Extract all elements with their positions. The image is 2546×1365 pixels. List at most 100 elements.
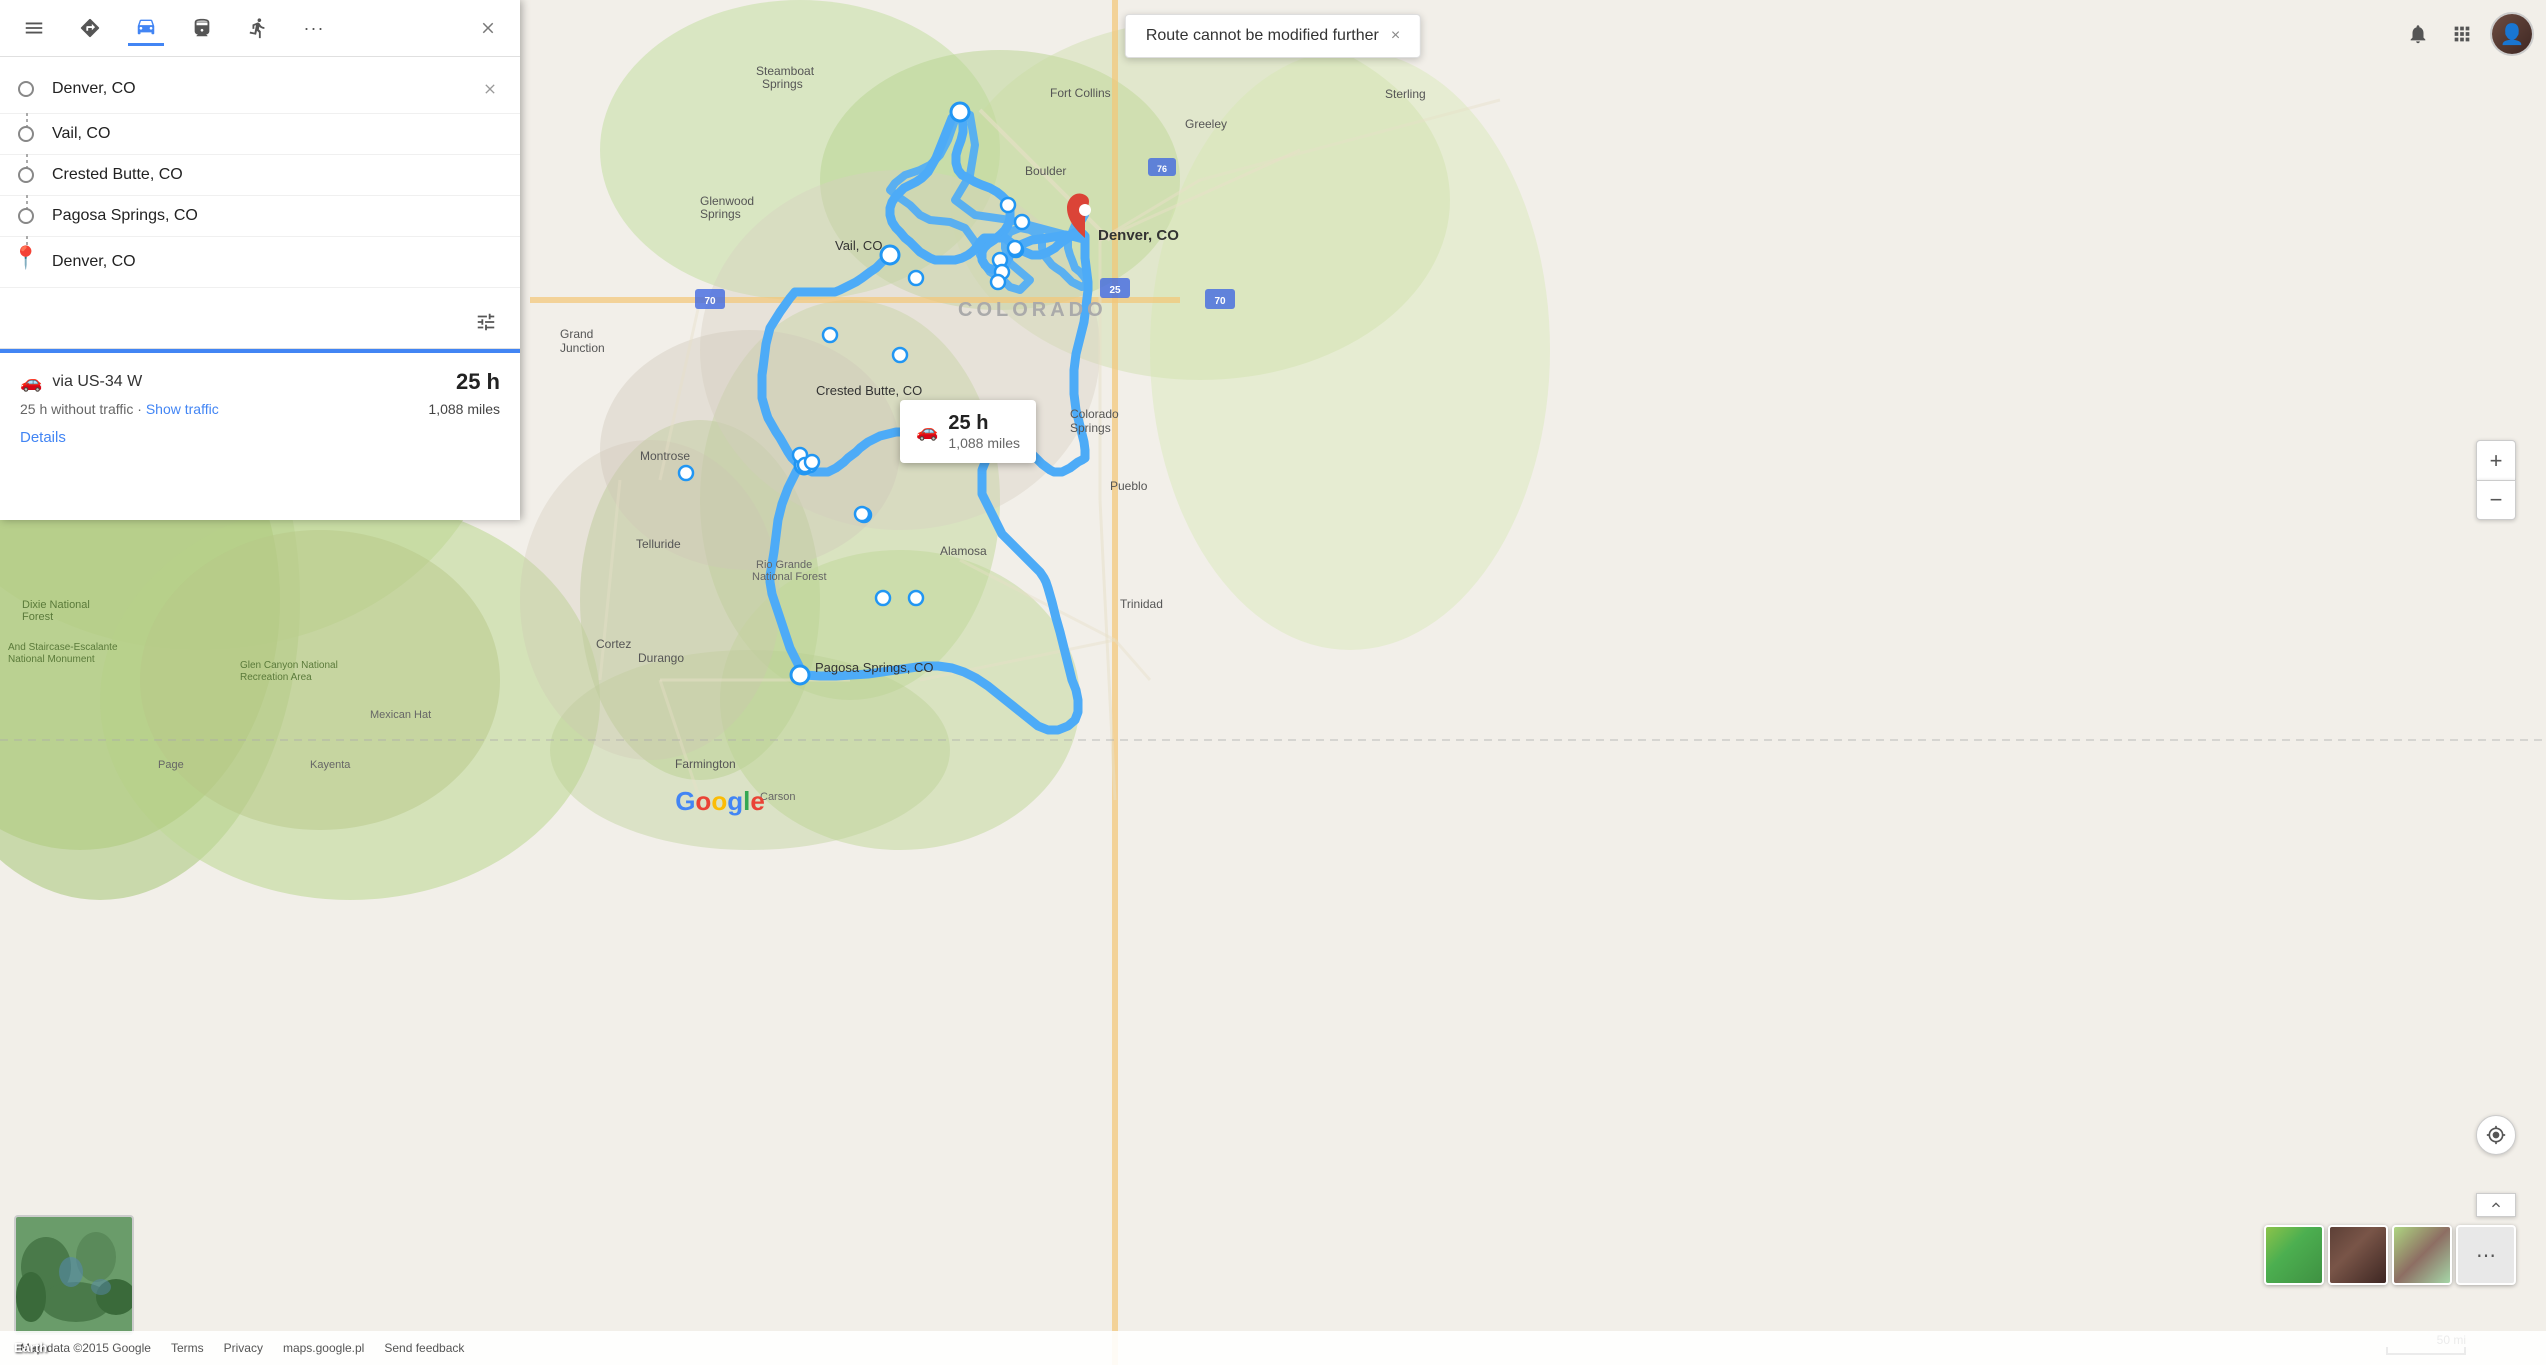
waypoint-circle-2	[18, 126, 34, 142]
my-location-button[interactable]	[2476, 1115, 2516, 1155]
waypoint-clear-button-1[interactable]	[476, 75, 504, 103]
waypoint-input-5[interactable]	[52, 253, 504, 271]
waypoint-input-1[interactable]	[52, 80, 460, 98]
route-via-label: via US-34 W	[52, 373, 142, 391]
maps-url-link[interactable]: maps.google.pl	[283, 1341, 364, 1355]
waypoint-row-3	[0, 155, 520, 196]
route-popup: 🚗 25 h 1,088 miles	[900, 400, 1036, 463]
route-via: 🚗 via US-34 W	[20, 372, 142, 393]
without-traffic-text: 25 h without traffic	[20, 401, 133, 417]
svg-text:Denver, CO: Denver, CO	[1098, 227, 1179, 244]
transit-mode-button[interactable]	[184, 10, 220, 46]
directions-icon[interactable]	[72, 10, 108, 46]
car-mode-button[interactable]	[128, 10, 164, 46]
show-traffic-link[interactable]: Show traffic	[146, 401, 219, 417]
send-feedback-link[interactable]: Send feedback	[384, 1341, 464, 1355]
svg-text:Sterling: Sterling	[1385, 87, 1426, 101]
waypoint-dest-icon-5: 📍	[16, 247, 36, 277]
svg-text:Dixie National: Dixie National	[22, 599, 90, 611]
svg-text:Crested Butte, CO: Crested Butte, CO	[816, 383, 922, 398]
zoom-in-button[interactable]: +	[2476, 440, 2516, 480]
svg-text:Vail, CO: Vail, CO	[835, 238, 882, 253]
details-link[interactable]: Details	[20, 429, 500, 446]
svg-text:Durango: Durango	[638, 651, 684, 665]
popup-car-icon: 🚗	[916, 421, 938, 442]
svg-text:Forest: Forest	[22, 611, 53, 623]
waypoint-icon-2	[16, 124, 36, 144]
waypoint-input-3[interactable]	[52, 166, 504, 184]
svg-text:Alamosa: Alamosa	[940, 544, 987, 558]
walk-mode-button[interactable]	[240, 10, 276, 46]
waypoint-input-2[interactable]	[52, 125, 504, 143]
notifications-button[interactable]	[2400, 16, 2436, 52]
svg-text:National Forest: National Forest	[752, 571, 827, 583]
notification-banner: Route cannot be modified further ×	[1125, 14, 1421, 58]
svg-text:Greeley: Greeley	[1185, 117, 1227, 131]
route-options-button[interactable]	[468, 304, 504, 340]
terrain-layer-button[interactable]	[2392, 1225, 2452, 1285]
route-info-panel: 🚗 via US-34 W 25 h 25 h without traffic …	[0, 353, 520, 462]
waypoints-list: 📍	[0, 57, 520, 296]
svg-text:Carson: Carson	[760, 791, 795, 803]
menu-button[interactable]	[16, 10, 52, 46]
svg-text:Steamboat: Steamboat	[756, 64, 815, 78]
svg-text:Junction: Junction	[560, 341, 605, 355]
svg-text:Glenwood: Glenwood	[700, 194, 754, 208]
svg-text:Recreation Area: Recreation Area	[240, 672, 312, 683]
svg-text:Boulder: Boulder	[1025, 164, 1066, 178]
close-sidebar-button[interactable]	[472, 12, 504, 44]
svg-text:Pagosa Springs, CO: Pagosa Springs, CO	[815, 660, 934, 675]
svg-text:Rio Grande: Rio Grande	[756, 559, 812, 571]
svg-text:Grand: Grand	[560, 327, 593, 341]
waypoint-icon-1	[16, 79, 36, 99]
svg-text:Trinidad: Trinidad	[1120, 597, 1163, 611]
svg-text:National Monument: National Monument	[8, 654, 95, 665]
waypoint-icon-4	[16, 206, 36, 226]
svg-text:25: 25	[1109, 285, 1121, 296]
zoom-out-button[interactable]: −	[2476, 480, 2516, 520]
waypoint-input-4[interactable]	[52, 207, 504, 225]
waypoint-row-4	[0, 196, 520, 237]
waypoint-row-2	[0, 114, 520, 155]
avatar-image: 👤	[2492, 14, 2532, 54]
earth-label: Earth	[14, 1340, 47, 1355]
svg-text:Springs: Springs	[700, 207, 741, 221]
bottom-bar: Map data ©2015 Google Terms Privacy maps…	[0, 1331, 2546, 1365]
svg-text:COLORADO: COLORADO	[958, 299, 1107, 321]
svg-text:Google: Google	[675, 786, 765, 816]
privacy-link[interactable]: Privacy	[224, 1341, 263, 1355]
layer-controls: ⋯	[2264, 1225, 2516, 1285]
svg-text:Page: Page	[158, 759, 184, 771]
route-car-icon: 🚗	[20, 372, 42, 393]
zoom-controls: + −	[2476, 440, 2516, 520]
default-layer-button[interactable]	[2264, 1225, 2324, 1285]
svg-text:And Staircase-Escalante: And Staircase-Escalante	[8, 642, 118, 653]
destination-pin-icon: 📍	[12, 247, 39, 269]
svg-text:Fort Collins: Fort Collins	[1050, 86, 1111, 100]
expand-layers-button[interactable]	[2476, 1193, 2516, 1217]
satellite-layer-button[interactable]	[2328, 1225, 2388, 1285]
more-options-button[interactable]: ···	[296, 10, 332, 46]
banner-text: Route cannot be modified further	[1146, 27, 1379, 45]
popup-time: 25 h	[948, 412, 1020, 435]
waypoint-icon-3	[16, 165, 36, 185]
banner-close-button[interactable]: ×	[1391, 27, 1400, 45]
user-avatar[interactable]: 👤	[2490, 12, 2534, 56]
svg-text:76: 76	[1157, 164, 1167, 174]
svg-text:70: 70	[1214, 296, 1226, 307]
earth-thumbnail[interactable]	[14, 1215, 134, 1335]
svg-text:Pueblo: Pueblo	[1110, 479, 1148, 493]
route-main-line: 🚗 via US-34 W 25 h	[20, 369, 500, 395]
transport-mode-bar: ···	[0, 0, 520, 57]
popup-distance: 1,088 miles	[948, 435, 1020, 451]
svg-text:Glen Canyon National: Glen Canyon National	[240, 660, 338, 671]
apps-button[interactable]	[2444, 16, 2480, 52]
more-layer-button[interactable]: ⋯	[2456, 1225, 2516, 1285]
svg-text:Mexican Hat: Mexican Hat	[370, 709, 431, 721]
waypoint-circle-1	[18, 81, 34, 97]
route-options-bar	[0, 296, 520, 349]
route-sub: 25 h without traffic · Show traffic 1,08…	[20, 401, 500, 417]
svg-text:Colorado: Colorado	[1070, 407, 1119, 421]
route-without-traffic: 25 h without traffic · Show traffic	[20, 401, 219, 417]
terms-link[interactable]: Terms	[171, 1341, 204, 1355]
